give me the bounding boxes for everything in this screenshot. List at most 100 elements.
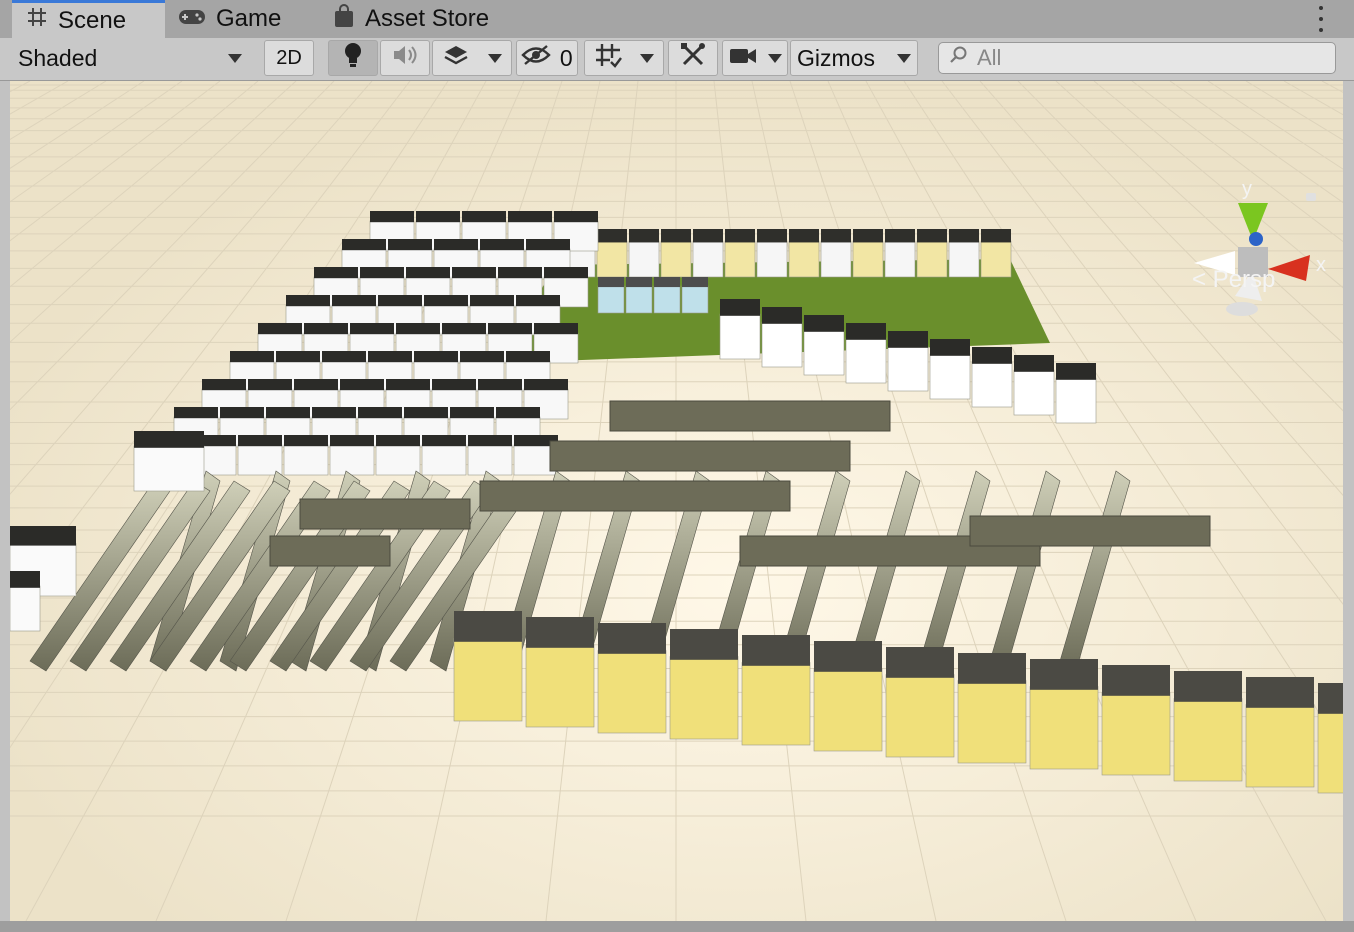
building-roof: [230, 351, 274, 363]
white-apartment[interactable]: [803, 329, 845, 376]
grid-icon: [594, 42, 622, 74]
building-roof: [134, 431, 204, 448]
building-roof: [1318, 683, 1343, 714]
yellow-apartment[interactable]: [453, 638, 523, 722]
building-roof: [220, 407, 264, 419]
building-roof: [342, 239, 386, 251]
building-roof: [757, 229, 787, 243]
camera-settings-dropdown[interactable]: [722, 40, 788, 76]
toggle-2d-button[interactable]: 2D: [264, 40, 314, 76]
white-apartment[interactable]: [971, 361, 1013, 408]
chevron-down-icon: [767, 53, 782, 63]
white-apartment[interactable]: [283, 444, 329, 476]
apartment-building[interactable]: [596, 240, 628, 278]
building-roof: [526, 239, 570, 251]
terrace-row[interactable]: [609, 400, 891, 432]
orientation-gizmo[interactable]: y x: [1180, 171, 1343, 341]
white-apartment[interactable]: [133, 445, 205, 492]
tools-button[interactable]: [668, 40, 718, 76]
building-roof: [406, 267, 450, 279]
yellow-apartment[interactable]: [813, 668, 883, 752]
terrace-row[interactable]: [549, 440, 851, 472]
lighting-toggle-button[interactable]: [328, 40, 378, 76]
white-apartment[interactable]: [10, 585, 41, 632]
white-apartment[interactable]: [375, 444, 421, 476]
more-options-icon[interactable]: [1316, 6, 1326, 32]
tab-asset-store[interactable]: Asset Store: [333, 0, 489, 38]
yellow-apartment[interactable]: [1029, 686, 1099, 770]
small-house[interactable]: [653, 285, 681, 314]
building-roof: [238, 435, 282, 447]
building-roof: [454, 611, 522, 642]
apartment-building[interactable]: [756, 240, 788, 278]
building-roof: [821, 229, 851, 243]
white-apartment[interactable]: [929, 353, 971, 400]
lightbulb-icon: [342, 42, 364, 74]
yellow-apartment[interactable]: [885, 674, 955, 758]
tab-scene[interactable]: Scene: [12, 0, 165, 38]
yellow-apartment[interactable]: [741, 662, 811, 746]
apartment-building[interactable]: [916, 240, 948, 278]
white-apartment[interactable]: [467, 444, 513, 476]
terrace-row[interactable]: [969, 515, 1211, 547]
white-apartment[interactable]: [329, 444, 375, 476]
white-apartment[interactable]: [887, 345, 929, 392]
white-apartment[interactable]: [719, 313, 761, 360]
building-roof: [1102, 665, 1170, 696]
audio-toggle-button[interactable]: [380, 40, 430, 76]
white-apartment[interactable]: [421, 444, 467, 476]
white-apartment[interactable]: [237, 444, 283, 476]
tab-game[interactable]: Game: [178, 0, 281, 38]
grid-snapping-dropdown[interactable]: [584, 40, 664, 76]
yellow-apartment[interactable]: [597, 650, 667, 734]
scene-viewport[interactable]: y x < Persp: [10, 81, 1343, 921]
search-input[interactable]: All: [938, 42, 1336, 74]
apartment-building[interactable]: [884, 240, 916, 278]
yellow-apartment[interactable]: [1245, 704, 1315, 788]
apartment-building[interactable]: [724, 240, 756, 278]
yellow-apartment[interactable]: [1101, 692, 1171, 776]
yellow-apartment[interactable]: [669, 656, 739, 740]
eye-slash-icon: [521, 44, 551, 72]
apartment-building[interactable]: [820, 240, 852, 278]
building-roof: [248, 379, 292, 391]
apartment-building[interactable]: [692, 240, 724, 278]
small-house[interactable]: [597, 285, 625, 314]
building-roof: [258, 323, 302, 335]
small-house[interactable]: [625, 285, 653, 314]
white-apartment[interactable]: [1013, 369, 1055, 416]
apartment-building[interactable]: [628, 240, 660, 278]
white-apartment[interactable]: [845, 337, 887, 384]
terrace-row[interactable]: [479, 480, 791, 512]
yellow-apartment[interactable]: [1317, 710, 1343, 794]
small-house[interactable]: [681, 285, 709, 314]
neg-y-cone[interactable]: [1226, 302, 1258, 316]
building-roof: [720, 299, 760, 316]
apartment-building[interactable]: [852, 240, 884, 278]
yellow-apartment[interactable]: [1173, 698, 1243, 782]
chevron-down-icon: [228, 53, 242, 63]
draw-mode-dropdown[interactable]: Shaded: [6, 40, 252, 76]
terrace-row[interactable]: [299, 498, 471, 530]
building-roof: [814, 641, 882, 672]
apartment-building[interactable]: [980, 240, 1012, 278]
z-axis-cone[interactable]: [1249, 232, 1263, 246]
building-roof: [340, 379, 384, 391]
projection-label[interactable]: < Persp: [1192, 266, 1275, 294]
apartment-building[interactable]: [660, 240, 692, 278]
white-apartment[interactable]: [761, 321, 803, 368]
building-roof: [496, 407, 540, 419]
scene-visibility-button[interactable]: 0: [516, 40, 578, 76]
building-roof: [508, 211, 552, 223]
apartment-building[interactable]: [948, 240, 980, 278]
tab-bar: Scene Game Asset Store: [0, 0, 1354, 39]
yellow-apartment[interactable]: [957, 680, 1027, 764]
building-roof: [488, 323, 532, 335]
effects-dropdown[interactable]: [432, 40, 512, 76]
lock-icon[interactable]: [1306, 193, 1316, 201]
terrace-row[interactable]: [269, 535, 391, 567]
apartment-building[interactable]: [788, 240, 820, 278]
gizmos-dropdown[interactable]: Gizmos: [790, 40, 918, 76]
yellow-apartment[interactable]: [525, 644, 595, 728]
white-apartment[interactable]: [1055, 377, 1097, 424]
